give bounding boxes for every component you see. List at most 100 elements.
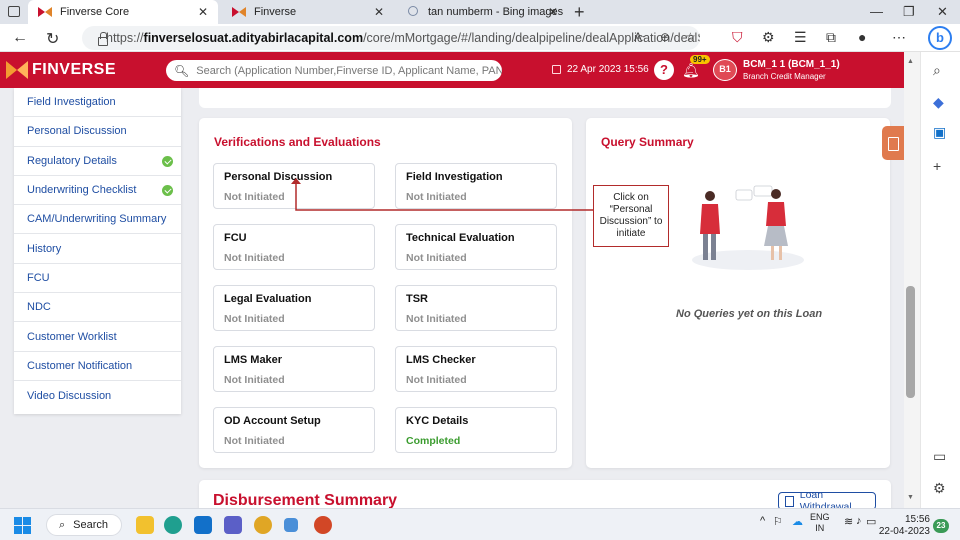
sidebar-item-history[interactable]: History [14, 234, 181, 264]
verification-lms-checker[interactable]: LMS Checker Not Initiated [395, 346, 557, 392]
volume-icon[interactable]: ♪ [856, 515, 862, 527]
teams-icon[interactable] [224, 516, 242, 534]
help-icon[interactable]: ? [654, 60, 674, 80]
brand-name: FINVERSE [32, 61, 117, 78]
language-indicator[interactable]: ENG IN [810, 512, 830, 534]
sidebar-item-label: Field Investigation [27, 96, 116, 109]
application-search-input[interactable]: 🔍︎ Search (Application Number,Finverse I… [166, 60, 502, 81]
check-icon [162, 184, 173, 196]
scroll-thumb[interactable] [906, 286, 915, 398]
outlook-icon[interactable]: ▣ [933, 124, 946, 141]
extension-shield-icon[interactable]: ⛉ [732, 29, 743, 46]
scroll-up-icon[interactable]: ▲ [907, 58, 914, 65]
favorites-bar-icon[interactable]: ☰ [794, 29, 807, 46]
verification-technical-evaluation[interactable]: Technical Evaluation Not Initiated [395, 224, 557, 270]
verification-kyc-details[interactable]: KYC Details Completed [395, 407, 557, 453]
check-icon [162, 155, 173, 167]
page-scrollbar[interactable] [904, 52, 920, 508]
read-aloud-icon[interactable]: Aᐧ [634, 30, 645, 44]
new-tab-icon[interactable]: + [574, 2, 585, 23]
settings-icon[interactable]: ⚙ [933, 480, 946, 497]
sidebar-item-label: Customer Notification [27, 359, 133, 372]
close-tab-icon[interactable]: ✕ [198, 5, 208, 19]
windows-taskbar: ⌕ Search ^ ⚐ ☁ ENG IN ≋ ♪ ▭ 15:56 22-04-… [0, 508, 960, 540]
bell-icon[interactable]: 🔔︎ [682, 62, 700, 79]
restore-icon[interactable]: ❐ [903, 4, 915, 20]
search-placeholder: Search (Application Number,Finverse ID, … [196, 64, 502, 77]
favorite-icon[interactable]: ☆ [685, 30, 696, 44]
network-tray-icon[interactable]: ⚐ [773, 515, 783, 528]
tab-bing-images[interactable]: tan numberm - Bing images ✕ [398, 0, 568, 24]
taskbar-search-label: Search [73, 519, 109, 531]
profile-icon[interactable]: ● [858, 29, 866, 45]
user-name[interactable]: BCM_1 1 (BCM_1_1) [743, 59, 840, 70]
document-icon [785, 495, 794, 507]
collections-icon[interactable]: ⧉ [826, 29, 836, 46]
sidebar-item-ndc[interactable]: NDC [14, 293, 181, 323]
verification-name: KYC Details [406, 415, 469, 427]
wifi-icon[interactable]: ≋ [844, 515, 853, 528]
windows-start-icon[interactable] [14, 517, 31, 534]
lang-primary: ENG [810, 512, 830, 522]
address-bar: ← ↻ https://finverselosuat.adityabirlaca… [0, 24, 960, 52]
tab-finverse-core[interactable]: Finverse Core ✕ [28, 0, 218, 24]
add-icon[interactable]: + [933, 158, 941, 174]
powerpoint-icon[interactable] [314, 516, 332, 534]
outlook-icon[interactable] [194, 516, 212, 534]
tray-expand-icon[interactable]: ^ [760, 515, 765, 527]
network-app-icon[interactable] [284, 518, 298, 532]
avatar[interactable]: B1 [713, 59, 737, 81]
shopping-icon[interactable]: ◆ [933, 94, 944, 111]
sidebar-item-regulatory-details[interactable]: Regulatory Details [14, 147, 181, 176]
sidebar-item-customer-notification[interactable]: Customer Notification [14, 352, 181, 381]
deal-sidebar: Field Investigation Personal Discussion … [14, 88, 181, 414]
search-icon[interactable]: ⌕ [933, 62, 941, 79]
sidebar-item-cam-underwriting-summary[interactable]: CAM/Underwriting Summary [14, 205, 181, 235]
notification-count-badge[interactable]: 23 [933, 519, 949, 533]
edge-icon[interactable] [164, 516, 182, 534]
onedrive-icon[interactable]: ☁ [792, 515, 803, 528]
chrome-icon[interactable] [254, 516, 272, 534]
instruction-callout: Click on “Personal Discussion” to initia… [593, 185, 669, 247]
sidebar-item-label: Regulatory Details [27, 154, 117, 167]
system-clock[interactable]: 15:56 22-04-2023 [870, 514, 930, 538]
tab-finverse[interactable]: Finverse ✕ [222, 0, 394, 24]
zoom-icon[interactable]: ⊖ [660, 30, 670, 44]
extensions-icon[interactable]: ⚙ [762, 29, 775, 46]
document-panel-icon[interactable] [882, 126, 904, 160]
sidebar-item-customer-worklist[interactable]: Customer Worklist [14, 322, 181, 352]
close-tab-icon[interactable]: ✕ [548, 5, 558, 19]
file-explorer-icon[interactable] [136, 516, 154, 534]
sidebar-layout-icon[interactable]: ▭ [933, 448, 946, 465]
verification-lms-maker[interactable]: LMS Maker Not Initiated [213, 346, 375, 392]
verification-status: Not Initiated [224, 435, 285, 447]
close-window-icon[interactable]: ✕ [937, 4, 948, 20]
tab-actions-icon[interactable] [8, 6, 20, 17]
query-summary-title: Query Summary [601, 135, 694, 149]
search-icon: 🔍︎ [174, 63, 190, 78]
sidebar-item-underwriting-checklist[interactable]: Underwriting Checklist [14, 176, 181, 206]
verification-tsr[interactable]: TSR Not Initiated [395, 285, 557, 331]
clock-time: 15:56 [904, 514, 930, 525]
bing-chat-icon[interactable]: b [928, 26, 952, 50]
finverse-logo-icon [6, 61, 28, 79]
sidebar-item-field-investigation[interactable]: Field Investigation [14, 88, 181, 118]
back-icon[interactable]: ← [12, 29, 28, 47]
scroll-down-icon[interactable]: ▼ [907, 494, 914, 501]
sidebar-item-personal-discussion[interactable]: Personal Discussion [14, 117, 181, 147]
url-domain: finverselosuat.adityabirlacapital.com [143, 31, 364, 45]
sidebar-item-fcu[interactable]: FCU [14, 264, 181, 294]
tab-label: Finverse [254, 6, 297, 18]
url-input[interactable]: https://finverselosuat.adityabirlacapita… [82, 26, 700, 50]
verification-od-account-setup[interactable]: OD Account Setup Not Initiated [213, 407, 375, 453]
verification-legal-evaluation[interactable]: Legal Evaluation Not Initiated [213, 285, 375, 331]
minimize-icon[interactable]: — [870, 4, 883, 19]
sidebar-item-video-discussion[interactable]: Video Discussion [14, 381, 181, 410]
verification-fcu[interactable]: FCU Not Initiated [213, 224, 375, 270]
taskbar-search[interactable]: ⌕ Search [46, 514, 122, 536]
close-tab-icon[interactable]: ✕ [374, 5, 384, 19]
refresh-icon[interactable]: ↻ [46, 29, 59, 49]
more-icon[interactable]: ⋯ [892, 29, 906, 46]
verification-status: Not Initiated [406, 313, 467, 325]
verification-name: FCU [224, 232, 247, 244]
